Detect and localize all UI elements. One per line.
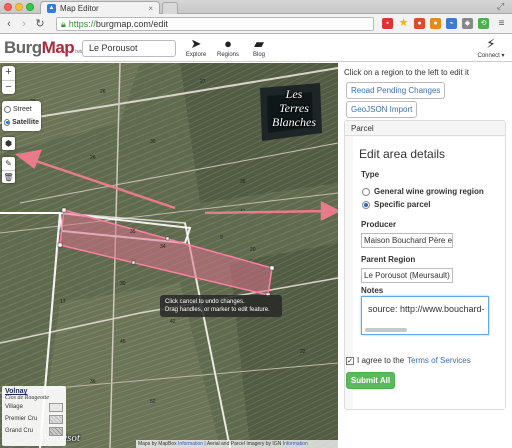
- type-label: Type: [361, 170, 380, 179]
- parcel-panel: Parcel Edit area details Type General wi…: [344, 120, 506, 410]
- browser-toolbar: ‹ › ↻ 🔒︎ https://burgmap.com/edit ▪ ★ ● ●…: [0, 14, 512, 34]
- svg-text:20: 20: [250, 247, 256, 253]
- svg-text:45: 45: [120, 339, 126, 345]
- nav-connect[interactable]: ⚡︎ Connect ▾: [470, 36, 512, 59]
- layer-street[interactable]: Street: [4, 103, 39, 116]
- svg-text:52: 52: [150, 399, 156, 405]
- map-attribution: Maps by MapBox Information | Aerial and …: [136, 440, 338, 448]
- layer-satellite[interactable]: Satellite: [4, 116, 39, 129]
- svg-text:42: 42: [170, 319, 176, 325]
- svg-text:38: 38: [240, 179, 246, 185]
- url-bar[interactable]: 🔒︎ https://burgmap.com/edit: [56, 17, 374, 31]
- delete-layers-icon[interactable]: 🗑︎: [2, 170, 15, 183]
- svg-text:27: 27: [200, 79, 206, 85]
- terms-agreement: ✓ I agree to the Terms of Services: [346, 356, 471, 365]
- edit-tools: ✎ 🗑︎: [2, 157, 15, 183]
- logo[interactable]: BurgMapbeta: [4, 38, 83, 58]
- legend-title[interactable]: Volnay: [5, 388, 63, 395]
- layer-switcher: Street Satellite: [2, 101, 41, 131]
- ign-info-link[interactable]: Information: [283, 441, 308, 447]
- maximize-window-icon[interactable]: [26, 3, 34, 11]
- svg-text:17: 17: [60, 299, 66, 305]
- forward-arrow-icon[interactable]: ›: [17, 17, 31, 31]
- mapbox-info-link[interactable]: Information: [178, 441, 203, 447]
- extension-red-icon[interactable]: ●: [414, 18, 425, 29]
- svg-text:36: 36: [90, 379, 96, 385]
- edit-sidebar: Click on a region to the left to edit it…: [338, 63, 512, 448]
- legend-row-village: Village: [5, 401, 63, 413]
- svg-text:22: 22: [300, 349, 306, 355]
- new-tab-button[interactable]: [162, 2, 178, 14]
- fullscreen-icon[interactable]: ⤢: [497, 1, 504, 12]
- browser-tab-bar: ▲ Map Editor × ⤢: [0, 0, 512, 14]
- browser-tab[interactable]: ▲ Map Editor ×: [40, 1, 160, 14]
- book-icon: ▰: [254, 36, 264, 51]
- lightning-icon: ⚡︎: [486, 36, 496, 51]
- minimize-window-icon[interactable]: [15, 3, 23, 11]
- map-legend: Volnay Clos de Rougeotte Village Premier…: [2, 386, 66, 446]
- edit-layers-icon[interactable]: ✎: [2, 157, 15, 170]
- zoom-control: + −: [2, 66, 15, 94]
- producer-label: Producer: [361, 220, 397, 229]
- zoom-out-button[interactable]: −: [2, 80, 15, 94]
- extension-blue-icon[interactable]: ⌁: [446, 18, 457, 29]
- extension-green-icon[interactable]: ⟲: [478, 18, 489, 29]
- svg-text:26: 26: [90, 155, 96, 161]
- svg-text:34: 34: [160, 244, 166, 250]
- extension-orange-icon[interactable]: ●: [430, 18, 441, 29]
- zoom-in-button[interactable]: +: [2, 66, 15, 80]
- svg-text:35: 35: [130, 229, 136, 235]
- bookmark-star-icon[interactable]: ★: [398, 18, 409, 29]
- close-tab-icon[interactable]: ×: [148, 4, 153, 13]
- type-general-radio[interactable]: [362, 187, 370, 196]
- map-favicon-icon: ▲: [47, 3, 56, 13]
- polygon-icon[interactable]: ⬢: [2, 137, 15, 150]
- url-scheme: https://: [68, 19, 96, 29]
- panel-title: Parcel: [345, 121, 505, 136]
- parent-region-field[interactable]: Le Porousot (Meursault): [361, 268, 453, 283]
- svg-text:30: 30: [120, 281, 126, 287]
- tab-title: Map Editor: [60, 3, 99, 13]
- panel-body: Edit area details Type General wine grow…: [353, 137, 505, 409]
- svg-text:26: 26: [100, 89, 106, 95]
- notes-scrollbar[interactable]: [365, 328, 407, 332]
- edit-heading: Edit area details: [359, 147, 446, 161]
- draw-polygon-tool: ⬢: [2, 137, 15, 150]
- notes-textarea[interactable]: source: http://www.bouchard-: [361, 296, 489, 335]
- svg-text:9: 9: [220, 235, 223, 241]
- nav-blog[interactable]: ▰ Blog: [239, 36, 279, 58]
- lock-icon: 🔒︎: [61, 19, 66, 29]
- app-header: BurgMapbeta Le Porousot ➤ Explore ● Region…: [0, 34, 512, 62]
- legend-row-premier-cru: Premier Cru: [5, 413, 63, 425]
- producer-field[interactable]: Maison Bouchard Père et: [361, 233, 453, 248]
- type-option-specific[interactable]: Specific parcel: [362, 200, 430, 209]
- street-radio[interactable]: [4, 106, 11, 113]
- url-text: burgmap.com/edit: [95, 19, 168, 29]
- type-specific-radio[interactable]: [362, 200, 370, 209]
- svg-text:39: 39: [150, 139, 156, 145]
- parent-region-label: Parent Region: [361, 255, 416, 264]
- reload-icon[interactable]: ↻: [33, 17, 47, 31]
- extension-gray-icon[interactable]: ◆: [462, 18, 473, 29]
- back-arrow-icon[interactable]: ‹: [2, 17, 16, 31]
- terms-of-service-link[interactable]: Terms of Services: [407, 356, 471, 365]
- region-label-les-terres-blanches: Les Terres Blanches: [272, 87, 316, 129]
- geojson-import-button[interactable]: GeoJSON Import: [346, 101, 418, 118]
- edit-hint: Click on a region to the left to edit it: [344, 68, 469, 77]
- adblock-extension-icon[interactable]: ▪: [382, 18, 393, 29]
- notes-label: Notes: [361, 286, 384, 295]
- edit-tooltip: Click cancel to undo changes. Drag handl…: [160, 295, 282, 317]
- close-window-icon[interactable]: [4, 3, 12, 11]
- legend-row-grand-cru: Grand Cru: [5, 425, 63, 437]
- place-name-input[interactable]: Le Porousot: [82, 40, 176, 57]
- reload-pending-changes-button[interactable]: Reoad Pending Changes: [346, 82, 446, 99]
- terms-checkbox[interactable]: ✓: [346, 356, 354, 365]
- satellite-radio[interactable]: [4, 119, 11, 126]
- submit-all-button[interactable]: Submit All: [346, 372, 395, 389]
- menu-icon[interactable]: ≡: [496, 18, 507, 29]
- type-option-general[interactable]: General wine growing region: [362, 187, 484, 196]
